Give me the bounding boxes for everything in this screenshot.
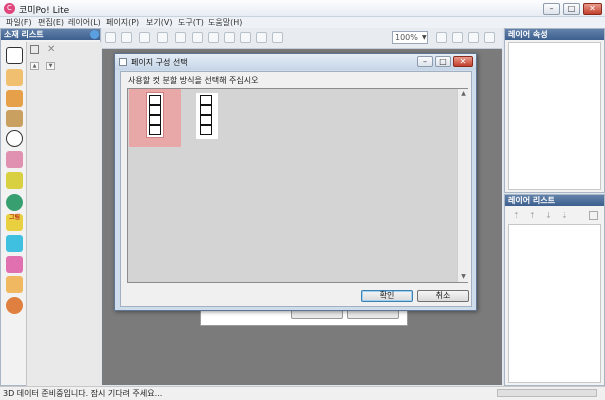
dialog-close-icon[interactable]: ✕ [453,56,473,67]
menu-tools[interactable]: 도구(T) [178,17,204,28]
copy-icon[interactable] [30,45,39,54]
material-list-title: 소재 리스트 [1,29,100,40]
progress-bar [497,389,597,397]
undo-icon[interactable] [192,32,203,43]
face-tool-icon[interactable] [6,297,23,314]
export-icon[interactable] [157,32,168,43]
dialog-scrollbar[interactable]: ▲ ▼ [457,89,468,282]
import-icon[interactable] [175,32,186,43]
dialog-prompt: 사용할 컷 분할 방식을 선택해 주십시오 [128,76,259,85]
maximize-icon[interactable]: □ [563,3,580,15]
move-up-icon[interactable]: ▲ [30,62,39,70]
menu-help[interactable]: 도움말(H) [208,17,242,28]
layer-move-bottom-icon[interactable]: ⇣ [561,211,568,220]
speech-balloon-tool-icon[interactable] [6,130,23,147]
layer-list-panel: 레이어 리스트 ⇡ ↑ ↓ ⇣ [504,194,605,386]
layout-cell [200,125,212,135]
material-list-panel: 소재 리스트 ✕ ▲ ▼ 그림 [0,28,101,386]
window-title-bar: C 코미Po! Lite – □ ✕ [0,0,605,17]
zoom-in-icon[interactable] [436,32,447,43]
dialog-body: 사용할 컷 분할 방식을 선택해 주십시오 ▲ ▼ 확인 취소 [120,71,472,307]
chevron-down-icon[interactable]: ▼ [422,32,428,43]
cut-icon[interactable] [224,32,235,43]
layout-cell [200,115,212,125]
delete-toolbar-icon[interactable] [272,32,283,43]
graphic-text-tool-icon[interactable]: 그림 [6,214,23,231]
save-icon[interactable] [121,32,132,43]
layer-properties-content [508,42,601,190]
redo-icon[interactable] [208,32,219,43]
print-icon[interactable] [105,32,116,43]
layout-options-area: ▲ ▼ [127,88,468,283]
dialog-title: 페이지 구성 선택 [131,58,188,67]
zoom-out-icon[interactable] [452,32,463,43]
pose-tool-icon[interactable] [6,90,23,107]
select-tool-icon[interactable] [6,47,23,64]
layer-list-content [508,224,601,383]
menu-layer[interactable]: 레이어(L) [68,17,101,28]
scroll-up-icon[interactable]: ▲ [458,90,469,97]
scroll-down-icon[interactable]: ▼ [458,273,469,280]
layout-cell [200,95,212,105]
fit-page-icon[interactable] [468,32,479,43]
burst-effect-tool-icon[interactable] [6,235,23,252]
3d-object-tool-icon[interactable] [6,110,23,127]
menu-page[interactable]: 페이지(P) [106,17,139,28]
panel-tool-icon[interactable] [6,276,23,293]
copy-toolbar-icon[interactable] [240,32,251,43]
layout-cell [149,95,161,105]
character-tool-icon[interactable] [6,69,23,86]
menu-file[interactable]: 파일(F) [6,17,32,28]
background-tool-icon[interactable] [6,172,23,189]
menu-bar: 파일(F) 편집(E) 레이어(L) 페이지(P) 보기(V) 도구(T) 도움… [0,17,605,28]
dialog-app-icon [119,58,127,66]
dialog-minimize-icon[interactable]: – [417,56,433,67]
layout-option-2[interactable] [196,93,218,139]
app-logo-icon: C [4,3,15,14]
ok-button[interactable]: 확인 [361,290,413,302]
window-title: 코미Po! Lite [19,6,70,16]
material-content-area: ✕ ▲ ▼ [26,42,101,386]
layout-cell [149,125,161,135]
paste-icon[interactable] [256,32,267,43]
dialog-title-bar: 페이지 구성 선택 – □ ✕ [115,54,476,70]
layout-cell [200,105,212,115]
layout-cell [149,115,161,125]
minimize-icon[interactable]: – [543,3,560,15]
new-page-icon[interactable] [139,32,150,43]
move-down-icon[interactable]: ▼ [46,62,55,70]
drop-tool-icon[interactable] [6,194,23,211]
dialog-maximize-icon[interactable]: □ [435,56,451,67]
layer-list-title: 레이어 리스트 [505,195,604,206]
layer-move-up-icon[interactable]: ↑ [529,211,536,220]
layer-move-top-icon[interactable]: ⇡ [513,211,520,220]
refresh-icon[interactable] [90,30,99,39]
menu-view[interactable]: 보기(V) [146,17,172,28]
frame-tool-icon[interactable] [6,256,23,273]
layer-properties-panel: 레이어 속성 [504,28,605,193]
fit-width-icon[interactable] [484,32,495,43]
layer-properties-title: 레이어 속성 [505,29,604,40]
layer-delete-icon[interactable] [589,211,598,220]
main-toolbar: 100% ▼ [102,28,502,49]
cancel-button[interactable]: 취소 [417,290,469,302]
effect-tool-icon[interactable] [6,151,23,168]
layout-option-selected[interactable] [129,89,181,147]
menu-edit[interactable]: 편집(E) [38,17,64,28]
layout-option-1-preview [146,92,164,138]
close-icon[interactable]: ✕ [583,3,602,15]
delete-icon[interactable]: ✕ [47,44,55,55]
layer-move-down-icon[interactable]: ↓ [545,211,552,220]
page-layout-dialog: 페이지 구성 선택 – □ ✕ 사용할 컷 분할 방식을 선택해 주십시오 ▲ … [114,53,477,311]
layout-cell [149,105,161,115]
